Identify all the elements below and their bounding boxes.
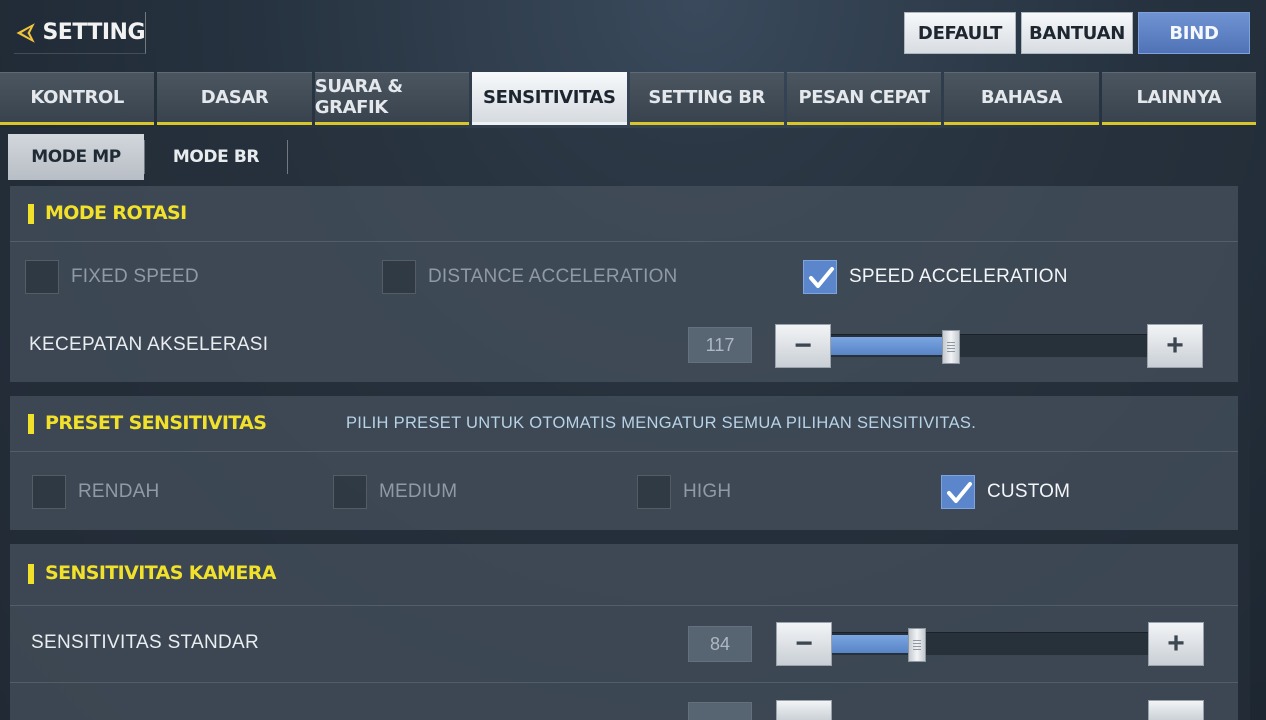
option-distance-acceleration[interactable]: DISTANCE ACCELERATION [382, 260, 677, 294]
slider-fill [831, 337, 951, 355]
section-header: MODE ROTASI [10, 186, 1238, 242]
section-header: PRESET SENSITIVITAS PILIH PRESET UNTUK O… [10, 396, 1238, 452]
checkbox-checked[interactable] [941, 475, 975, 509]
preset-medium[interactable]: MEDIUM [333, 475, 457, 509]
checkbox[interactable] [382, 260, 416, 294]
option-label: SPEED ACCELERATION [849, 266, 1068, 287]
mode-subtabs: MODE MP MODE BR [8, 134, 288, 180]
slider-track[interactable] [831, 330, 1147, 364]
checkbox-checked[interactable] [803, 260, 837, 294]
acceleration-label: KECEPATAN AKSELERASI [29, 334, 269, 355]
tab-suara-grafik[interactable]: SUARA & GRAFIK [314, 72, 470, 125]
option-fixed-speed[interactable]: FIXED SPEED [25, 260, 199, 294]
tab-setting-br[interactable]: SETTING BR [629, 72, 784, 125]
section-marker [28, 564, 34, 584]
checkbox[interactable] [637, 475, 671, 509]
checkmark-icon [809, 267, 834, 288]
preset-rendah[interactable]: RENDAH [32, 475, 159, 509]
section-header: SENSITIVITAS KAMERA [10, 544, 1238, 606]
section-title: PRESET SENSITIVITAS [45, 412, 267, 434]
increase-button[interactable]: + [1147, 324, 1203, 368]
preset-section: PRESET SENSITIVITAS PILIH PRESET UNTUK O… [10, 396, 1238, 530]
content-panel: MODE MP MODE BR MODE ROTASI FIXED SPEED … [0, 128, 1250, 720]
main-tabs: KONTROL DASAR SUARA & GRAFIK SENSITIVITA… [0, 72, 1256, 126]
standard-sensitivity-label: SENSITIVITAS STANDAR [31, 632, 260, 653]
next-row-decrease-button[interactable] [776, 700, 832, 720]
bind-button[interactable]: BIND [1138, 12, 1250, 54]
section-title: SENSITIVITAS KAMERA [45, 562, 276, 584]
acceleration-value: 117 [688, 327, 752, 363]
preset-high[interactable]: HIGH [637, 475, 731, 509]
slider-fill [832, 635, 917, 653]
top-actions: DEFAULT BANTUAN BIND [904, 12, 1250, 54]
tab-bahasa[interactable]: BAHASA [944, 72, 1099, 125]
slider-track[interactable] [832, 628, 1148, 662]
tab-pesan-cepat[interactable]: PESAN CEPAT [786, 72, 942, 125]
increase-button[interactable]: + [1148, 622, 1204, 666]
checkbox[interactable] [333, 475, 367, 509]
subtab-mode-br[interactable]: MODE BR [145, 134, 287, 180]
next-row-increase-button[interactable] [1148, 700, 1204, 720]
preset-custom[interactable]: CUSTOM [941, 475, 1070, 509]
option-speed-acceleration[interactable]: SPEED ACCELERATION [803, 260, 1068, 294]
back-button[interactable]: SETTING [14, 12, 146, 54]
help-button[interactable]: BANTUAN [1021, 12, 1133, 54]
rotation-section: MODE ROTASI FIXED SPEED DISTANCE ACCELER… [10, 186, 1238, 382]
slider-thumb[interactable] [942, 330, 960, 364]
checkbox[interactable] [25, 260, 59, 294]
tab-lainnya[interactable]: LAINNYA [1101, 72, 1256, 125]
tab-kontrol[interactable]: KONTROL [0, 72, 155, 125]
acceleration-slider[interactable]: − + [775, 324, 1203, 368]
section-title: MODE ROTASI [45, 202, 187, 224]
back-arrow-icon [16, 22, 35, 43]
option-label: HIGH [683, 481, 732, 502]
section-marker [28, 204, 34, 224]
slider-thumb[interactable] [908, 628, 926, 662]
decrease-button[interactable]: − [776, 622, 832, 666]
option-label: CUSTOM [987, 481, 1071, 502]
default-button[interactable]: DEFAULT [904, 12, 1016, 54]
tab-sensitivitas[interactable]: SENSITIVITAS [472, 72, 627, 125]
row-divider [10, 682, 1238, 683]
page-title: SETTING [42, 20, 145, 45]
section-marker [28, 414, 34, 434]
option-label: FIXED SPEED [71, 266, 199, 287]
subtab-mode-mp[interactable]: MODE MP [8, 134, 144, 180]
checkmark-icon [947, 482, 972, 503]
subtab-divider [287, 140, 288, 174]
standard-sensitivity-slider[interactable]: − + [776, 622, 1204, 666]
option-label: RENDAH [78, 481, 160, 502]
standard-sensitivity-value: 84 [688, 626, 752, 662]
section-description: PILIH PRESET UNTUK OTOMATIS MENGATUR SEM… [346, 414, 977, 432]
camera-section: SENSITIVITAS KAMERA SENSITIVITAS STANDAR… [10, 544, 1238, 720]
option-label: MEDIUM [379, 481, 458, 502]
next-row-value [688, 702, 752, 720]
checkbox[interactable] [32, 475, 66, 509]
option-label: DISTANCE ACCELERATION [428, 266, 678, 287]
header: SETTING DEFAULT BANTUAN BIND [0, 0, 1266, 72]
decrease-button[interactable]: − [775, 324, 831, 368]
tab-dasar[interactable]: DASAR [157, 72, 312, 125]
